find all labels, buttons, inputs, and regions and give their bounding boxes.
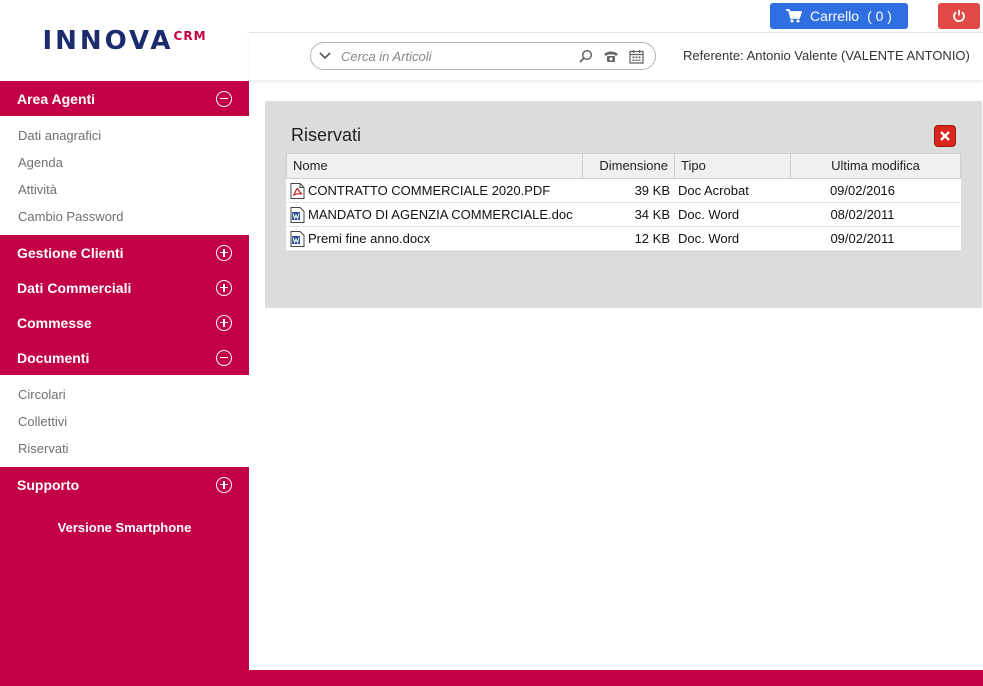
table-row[interactable]: CONTRATTO COMMERCIALE 2020.PDF 39 KB Doc… <box>286 179 961 203</box>
file-type: Doc. Word <box>678 207 740 222</box>
referente-value: Antonio Valente (VALENTE ANTONIO) <box>746 48 970 63</box>
table-row[interactable]: MANDATO DI AGENZIA COMMERCIALE.doc 34 KB… <box>286 203 961 227</box>
column-header-dimensione[interactable]: Dimensione <box>583 154 675 178</box>
submenu-area-agenti: Dati anagrafici Agenda Attività Cambio P… <box>0 116 249 235</box>
referente-label: Referente: <box>683 48 744 63</box>
riservati-panel: Riservati Nome Dimensione Tipo Ultima mo… <box>265 101 982 308</box>
logo-main: INNOVA <box>42 25 174 56</box>
footer-bar <box>249 670 983 686</box>
close-icon <box>940 131 950 141</box>
sidebar-section-commesse[interactable]: Commesse <box>0 305 249 340</box>
sidebar-item-circolari[interactable]: Circolari <box>0 381 249 408</box>
sidebar-item-agenda[interactable]: Agenda <box>0 149 249 176</box>
calendar-icon[interactable] <box>629 49 644 64</box>
word-icon <box>290 230 305 247</box>
collapse-icon[interactable] <box>216 349 232 366</box>
search-row: Referente: Antonio Valente (VALENTE ANTO… <box>249 34 983 80</box>
file-name-cell: CONTRATTO COMMERCIALE 2020.PDF <box>286 182 582 199</box>
file-type: Doc Acrobat <box>678 183 749 198</box>
versione-smartphone-link[interactable]: Versione Smartphone <box>0 520 249 535</box>
top-bar: Carrello ( 0 ) <box>249 0 983 33</box>
expand-icon[interactable] <box>216 314 232 331</box>
section-label: Documenti <box>17 349 90 366</box>
chevron-down-icon[interactable] <box>319 52 331 60</box>
sidebar-item-attivita[interactable]: Attività <box>0 176 249 203</box>
search-icons <box>579 49 644 64</box>
search-icon[interactable] <box>579 49 593 63</box>
word-icon <box>290 206 305 223</box>
search-input[interactable] <box>341 48 569 64</box>
collapse-icon[interactable] <box>216 90 232 107</box>
file-size: 12 KB <box>634 231 670 246</box>
logout-button[interactable] <box>938 3 980 29</box>
logo-area: INNOVACRM <box>0 0 249 81</box>
section-label: Dati Commerciali <box>17 279 132 296</box>
sidebar-item-riservati[interactable]: Riservati <box>0 435 249 462</box>
file-name[interactable]: Premi fine anno.docx <box>308 231 430 246</box>
file-date: 09/02/2011 <box>830 231 895 246</box>
table-header: Nome Dimensione Tipo Ultima modifica <box>286 153 961 179</box>
submenu-documenti: Circolari Collettivi Riservati <box>0 375 249 467</box>
close-button[interactable] <box>934 125 956 147</box>
files-table: Nome Dimensione Tipo Ultima modifica CON… <box>286 153 961 251</box>
sidebar-section-documenti[interactable]: Documenti <box>0 340 249 375</box>
sidebar-section-supporto[interactable]: Supporto <box>0 467 249 502</box>
file-type: Doc. Word <box>678 231 740 246</box>
phone-icon[interactable] <box>603 49 619 63</box>
section-label: Gestione Clienti <box>17 244 124 261</box>
sidebar-item-dati-anagrafici[interactable]: Dati anagrafici <box>0 122 249 149</box>
panel-title: Riservati <box>291 125 362 145</box>
innova-crm-logo[interactable]: INNOVACRM <box>42 26 206 56</box>
file-size: 39 KB <box>634 183 670 198</box>
file-date: 09/02/2016 <box>829 183 896 198</box>
pdf-icon <box>290 182 305 199</box>
search-box <box>310 42 656 70</box>
sidebar-item-collettivi[interactable]: Collettivi <box>0 408 249 435</box>
column-header-tipo[interactable]: Tipo <box>675 154 791 178</box>
expand-icon[interactable] <box>216 244 232 261</box>
section-label: Area Agenti <box>17 90 96 107</box>
cart-button[interactable]: Carrello ( 0 ) <box>770 3 908 29</box>
referente-info: Referente: Antonio Valente (VALENTE ANTO… <box>683 48 970 63</box>
section-label: Supporto <box>17 476 80 493</box>
file-name[interactable]: MANDATO DI AGENZIA COMMERCIALE.doc <box>308 207 573 222</box>
sidebar-section-gestione-clienti[interactable]: Gestione Clienti <box>0 235 249 270</box>
sidebar-item-cambio-password[interactable]: Cambio Password <box>0 203 249 230</box>
sidebar-section-area-agenti[interactable]: Area Agenti <box>0 81 249 116</box>
cart-label: Carrello <box>810 8 860 24</box>
sidebar-section-dati-commerciali[interactable]: Dati Commerciali <box>0 270 249 305</box>
table-row[interactable]: Premi fine anno.docx 12 KB Doc. Word 09/… <box>286 227 961 251</box>
logo-crm: CRM <box>173 28 207 43</box>
file-name-cell: MANDATO DI AGENZIA COMMERCIALE.doc <box>286 206 582 223</box>
file-name-cell: Premi fine anno.docx <box>286 230 582 247</box>
cart-count: ( 0 ) <box>867 8 892 24</box>
file-date: 08/02/2011 <box>830 207 895 222</box>
column-header-ultima-modifica[interactable]: Ultima modifica <box>791 154 960 178</box>
power-icon <box>953 10 965 23</box>
column-header-nome[interactable]: Nome <box>287 154 583 178</box>
file-name[interactable]: CONTRATTO COMMERCIALE 2020.PDF <box>308 183 550 198</box>
file-size: 34 KB <box>634 207 670 222</box>
section-label: Commesse <box>17 314 92 331</box>
sidebar: INNOVACRM Area Agenti Dati anagrafici Ag… <box>0 0 249 686</box>
cart-icon <box>786 9 803 23</box>
expand-icon[interactable] <box>216 476 232 493</box>
expand-icon[interactable] <box>216 279 232 296</box>
